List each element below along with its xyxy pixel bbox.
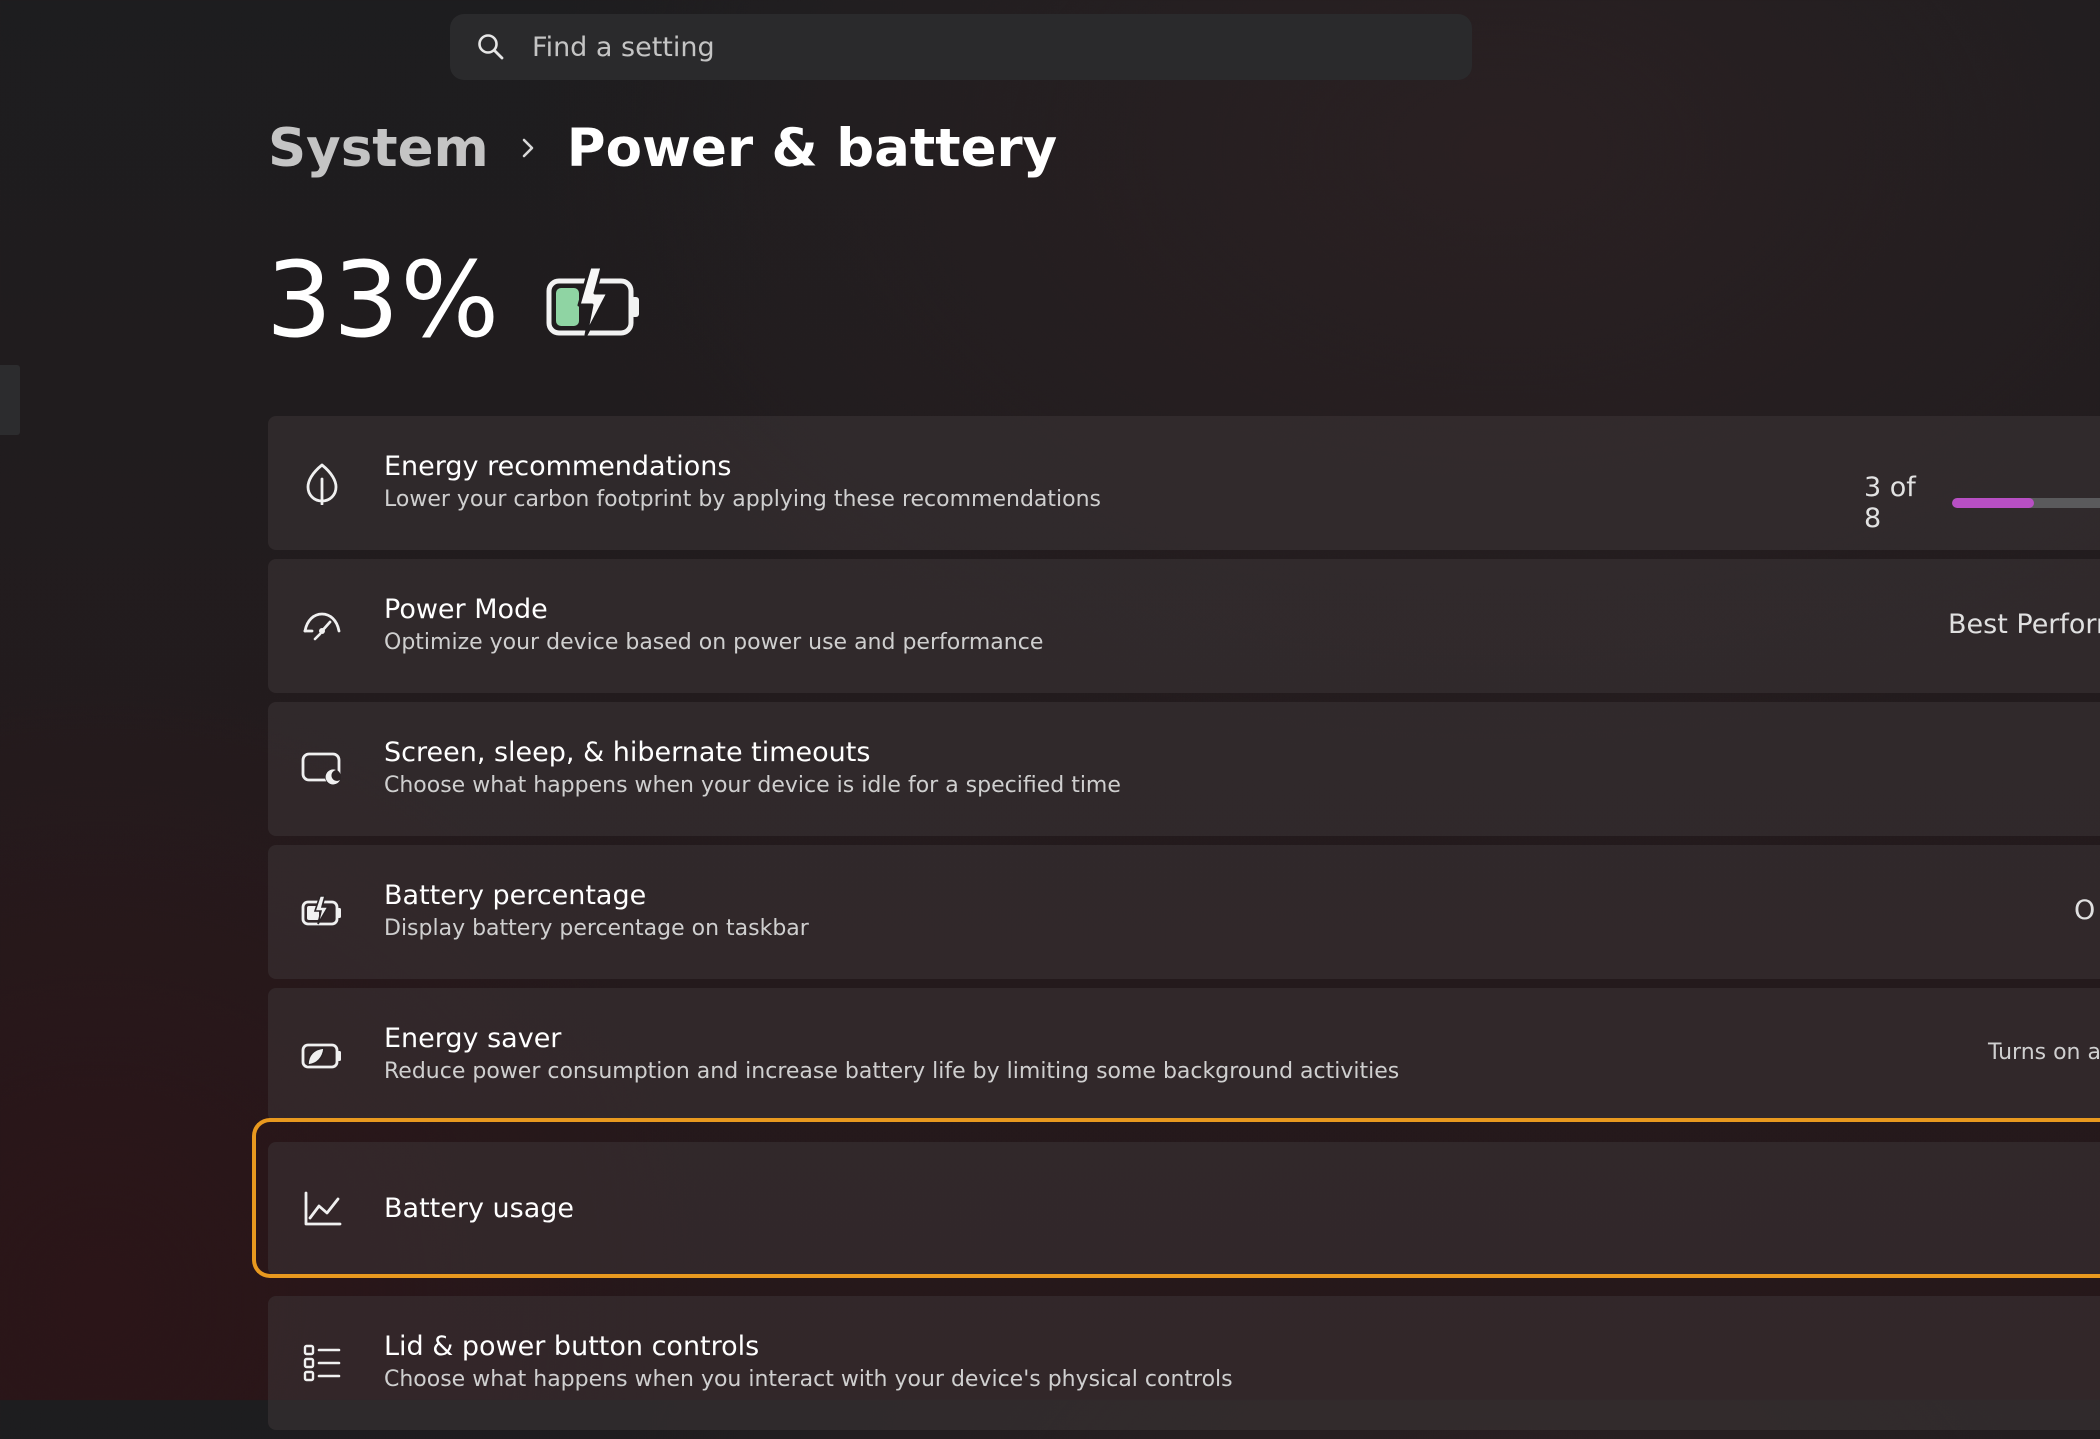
- setting-title: Power Mode: [384, 594, 548, 625]
- lid-power-button-text: Lid & power button controls Choose what …: [384, 1330, 1233, 1396]
- battery-percentage-toggle-label[interactable]: O: [2074, 895, 2095, 926]
- recommendations-progress: 3 of 8: [1864, 472, 2100, 534]
- energy-recommendations-card[interactable]: Energy recommendations Lower your carbon…: [268, 416, 2100, 550]
- setting-title: Energy recommendations: [384, 451, 732, 482]
- list-settings-icon: [300, 1341, 344, 1385]
- recommendations-progress-fill: [1951, 498, 2035, 508]
- recommendations-count: 3 of 8: [1864, 472, 1916, 534]
- setting-subtitle: Reduce power consumption and increase ba…: [384, 1059, 1400, 1084]
- battery-usage-text: Battery usage: [384, 1192, 574, 1226]
- screen-sleep-icon: [300, 747, 344, 791]
- setting-title: Battery percentage: [384, 880, 647, 911]
- power-mode-card[interactable]: Power Mode Optimize your device based on…: [268, 559, 2100, 693]
- breadcrumb-parent-system[interactable]: System: [268, 118, 489, 179]
- battery-percent-value: 33%: [266, 239, 501, 361]
- setting-subtitle: Choose what happens when you interact wi…: [384, 1367, 1233, 1392]
- setting-subtitle: Display battery percentage on taskbar: [384, 916, 809, 941]
- nav-pane-handle[interactable]: [0, 365, 20, 435]
- chart-line-icon: [300, 1187, 344, 1231]
- energy-saver-card[interactable]: Energy saver Reduce power consumption an…: [268, 988, 2100, 1122]
- battery-percentage-icon: [300, 890, 344, 934]
- battery-percentage-text: Battery percentage Display battery perce…: [384, 879, 809, 945]
- setting-subtitle: Lower your carbon footprint by applying …: [384, 487, 1101, 512]
- battery-usage-card[interactable]: Battery usage: [268, 1142, 2100, 1276]
- energy-saver-icon: [300, 1033, 344, 1077]
- leaf-icon: [300, 461, 344, 505]
- recommendations-progress-track: [1951, 498, 2100, 508]
- energy-saver-text: Energy saver Reduce power consumption an…: [384, 1022, 1399, 1088]
- energy-saver-status: Turns on a: [1988, 1040, 2100, 1065]
- setting-title: Screen, sleep, & hibernate timeouts: [384, 737, 871, 768]
- breadcrumb: System Power & battery: [268, 112, 1057, 184]
- battery-status: 33%: [266, 239, 642, 361]
- search-icon: [476, 32, 506, 62]
- screen-sleep-timeouts-card[interactable]: Screen, sleep, & hibernate timeouts Choo…: [268, 702, 2100, 836]
- settings-list: Energy recommendations Lower your carbon…: [268, 416, 2100, 1439]
- lid-power-button-card[interactable]: Lid & power button controls Choose what …: [268, 1296, 2100, 1430]
- setting-subtitle: Optimize your device based on power use …: [384, 630, 1044, 655]
- setting-subtitle: Choose what happens when your device is …: [384, 773, 1121, 798]
- power-mode-text: Power Mode Optimize your device based on…: [384, 593, 1043, 659]
- setting-title: Energy saver: [384, 1023, 562, 1054]
- setting-title: Lid & power button controls: [384, 1331, 760, 1362]
- page-title: Power & battery: [566, 117, 1058, 179]
- energy-recommendations-text: Energy recommendations Lower your carbon…: [384, 450, 1101, 516]
- search-box[interactable]: [450, 14, 1472, 80]
- battery-charging-icon: [546, 265, 642, 343]
- power-mode-select[interactable]: Best Perform: [1948, 609, 2100, 640]
- search-input[interactable]: [530, 30, 1434, 64]
- screen-sleep-text: Screen, sleep, & hibernate timeouts Choo…: [384, 736, 1121, 802]
- speedometer-icon: [300, 604, 344, 648]
- battery-percentage-card[interactable]: Battery percentage Display battery perce…: [268, 845, 2100, 979]
- chevron-right-icon: [519, 135, 537, 161]
- setting-title: Battery usage: [384, 1193, 574, 1224]
